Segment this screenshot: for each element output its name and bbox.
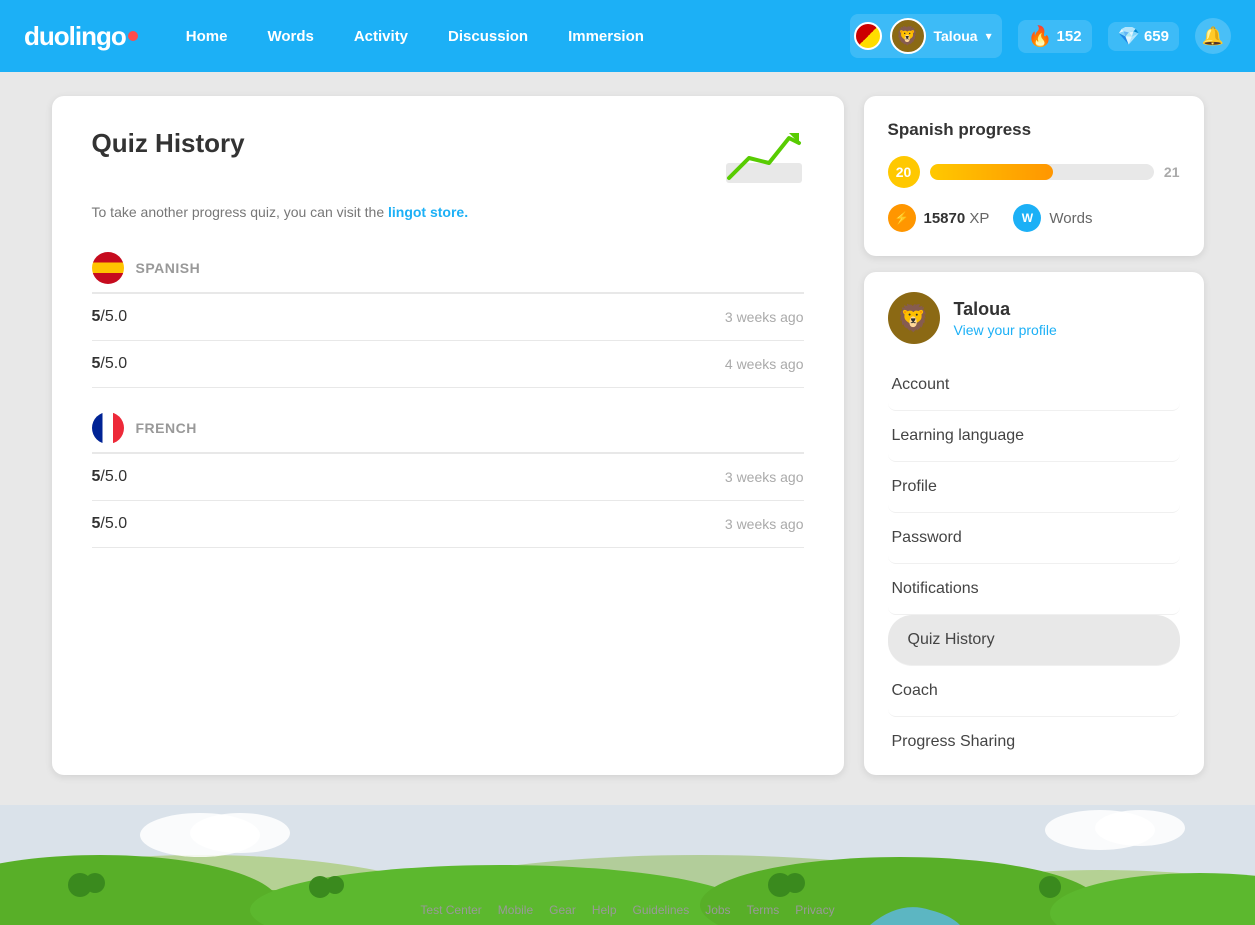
logo-dot — [128, 31, 138, 41]
menu-item-password[interactable]: Password — [888, 513, 1180, 564]
profile-menu-card: 🦁 Taloua View your profile Account Learn… — [864, 272, 1204, 775]
words-label: Words — [1049, 210, 1092, 227]
words-icon: W — [1013, 204, 1041, 232]
menu-item-notifications[interactable]: Notifications — [888, 564, 1180, 615]
spanish-header: SPANISH — [92, 252, 804, 294]
progress-bar-background — [930, 164, 1154, 180]
footer-link-gear[interactable]: Gear — [549, 903, 576, 917]
avatar: 🦁 — [888, 292, 940, 344]
streak-badge[interactable]: 🔥 152 — [1018, 20, 1092, 53]
chevron-down-icon: ▾ — [986, 29, 992, 43]
footer: Test Center Mobile Gear Help Guidelines … — [420, 903, 834, 917]
words-stat: W Words — [1013, 204, 1092, 232]
chart-icon — [724, 128, 804, 188]
french-section: FRENCH 5/5.0 3 weeks ago 5/5.0 3 weeks a… — [92, 412, 804, 548]
nav-activity[interactable]: Activity — [338, 20, 424, 53]
fire-icon: 🔥 — [1028, 24, 1053, 49]
score-value: 5/5.0 — [92, 355, 128, 373]
table-row: 5/5.0 3 weeks ago — [92, 294, 804, 341]
streak-count: 152 — [1057, 28, 1082, 45]
score-time: 3 weeks ago — [725, 516, 804, 532]
french-header: FRENCH — [92, 412, 804, 454]
gem-icon: 💎 — [1118, 26, 1140, 47]
score-value: 5/5.0 — [92, 308, 128, 326]
gems-badge[interactable]: 💎 659 — [1108, 22, 1179, 51]
menu-item-quiz-history[interactable]: Quiz History — [888, 615, 1180, 666]
menu-item-coach[interactable]: Coach — [888, 666, 1180, 717]
table-row: 5/5.0 3 weeks ago — [92, 454, 804, 501]
notifications-bell-button[interactable]: 🔔 — [1195, 18, 1231, 54]
spanish-label: SPANISH — [136, 260, 201, 276]
profile-name: Taloua — [954, 299, 1057, 320]
footer-link-testcenter[interactable]: Test Center — [420, 903, 481, 917]
level-next-badge: 21 — [1164, 164, 1180, 180]
score-value: 5/5.0 — [92, 515, 128, 533]
score-value: 5/5.0 — [92, 468, 128, 486]
nav-home[interactable]: Home — [170, 20, 244, 53]
progress-bar-fill — [930, 164, 1053, 180]
spanish-flag — [92, 252, 124, 284]
main-content: Quiz History To take another progress qu… — [28, 72, 1228, 775]
footer-link-mobile[interactable]: Mobile — [498, 903, 533, 917]
view-profile-link[interactable]: View your profile — [954, 322, 1057, 338]
menu-item-progress-sharing[interactable]: Progress Sharing — [888, 717, 1180, 767]
french-flag — [92, 412, 124, 444]
nav-immersion[interactable]: Immersion — [552, 20, 660, 53]
nav-discussion[interactable]: Discussion — [432, 20, 544, 53]
xp-icon: ⚡ — [888, 204, 916, 232]
score-time: 3 weeks ago — [725, 469, 804, 485]
progress-stats: ⚡ 15870 XP W Words — [888, 204, 1180, 232]
table-row: 5/5.0 3 weeks ago — [92, 501, 804, 548]
menu-item-account[interactable]: Account — [888, 360, 1180, 411]
logo[interactable]: duolingo — [24, 21, 138, 52]
level-current-badge: 20 — [888, 156, 920, 188]
navbar: duolingo Home Words Activity Discussion … — [0, 0, 1255, 72]
menu-item-learning-language[interactable]: Learning language — [888, 411, 1180, 462]
xp-stat: ⚡ 15870 XP — [888, 204, 990, 232]
quiz-history-card: Quiz History To take another progress qu… — [52, 96, 844, 775]
nav-words[interactable]: Words — [251, 20, 329, 53]
spanish-progress-card: Spanish progress 20 21 ⚡ 15870 XP W Word… — [864, 96, 1204, 256]
quiz-header: Quiz History — [92, 128, 804, 188]
user-avatar-nav: 🦁 — [890, 18, 926, 54]
score-time: 4 weeks ago — [725, 356, 804, 372]
score-time: 3 weeks ago — [725, 309, 804, 325]
progress-title: Spanish progress — [888, 120, 1180, 140]
xp-value: 15870 XP — [924, 210, 990, 227]
footer-link-help[interactable]: Help — [592, 903, 617, 917]
user-language-flag — [854, 22, 882, 50]
spanish-section: SPANISH 5/5.0 3 weeks ago 5/5.0 4 weeks … — [92, 252, 804, 388]
profile-header: 🦁 Taloua View your profile — [888, 292, 1180, 344]
logo-text: duolingo — [24, 21, 126, 52]
menu-item-profile[interactable]: Profile — [888, 462, 1180, 513]
table-row: 5/5.0 4 weeks ago — [92, 341, 804, 388]
gems-count: 659 — [1144, 28, 1169, 45]
footer-link-terms[interactable]: Terms — [747, 903, 780, 917]
nav-links: Home Words Activity Discussion Immersion — [170, 20, 850, 53]
footer-link-guidelines[interactable]: Guidelines — [633, 903, 690, 917]
profile-info: Taloua View your profile — [954, 299, 1057, 338]
nav-right: 🦁 Taloua ▾ 🔥 152 💎 659 🔔 — [850, 14, 1232, 58]
right-panel: Spanish progress 20 21 ⚡ 15870 XP W Word… — [864, 96, 1204, 775]
user-menu-trigger[interactable]: 🦁 Taloua ▾ — [850, 14, 1002, 58]
quiz-subtitle: To take another progress quiz, you can v… — [92, 204, 804, 220]
level-bar-container: 20 21 — [888, 156, 1180, 188]
footer-link-jobs[interactable]: Jobs — [705, 903, 730, 917]
user-name-nav: Taloua — [934, 28, 978, 44]
quiz-title: Quiz History — [92, 128, 245, 159]
french-label: FRENCH — [136, 420, 197, 436]
lingot-store-link[interactable]: lingot store. — [388, 204, 468, 220]
footer-link-privacy[interactable]: Privacy — [795, 903, 834, 917]
